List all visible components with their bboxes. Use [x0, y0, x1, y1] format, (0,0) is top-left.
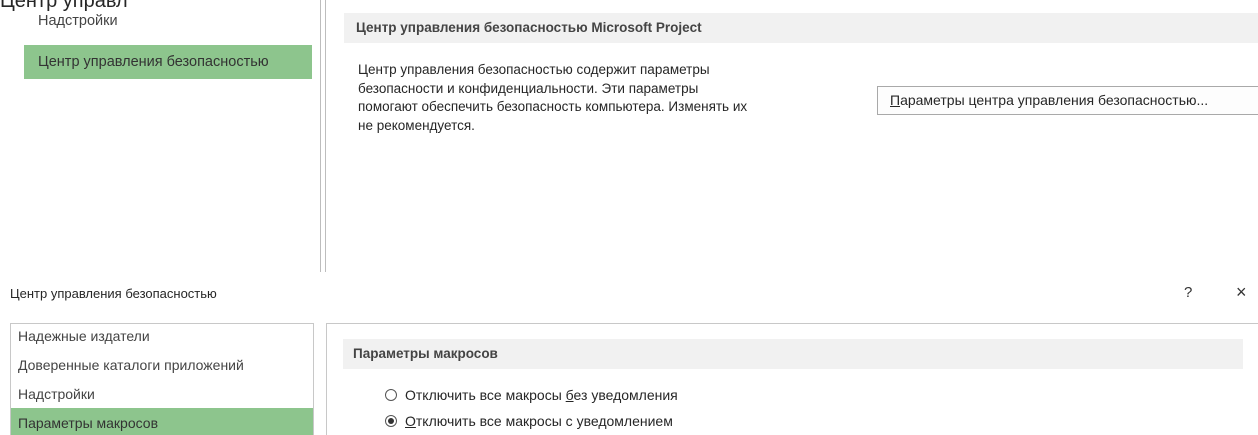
dialog-nav-item-addins[interactable]: Надстройки — [11, 379, 313, 409]
dialog-nav-item-trusted-publishers[interactable]: Надежные издатели — [11, 321, 313, 351]
option-label: Отключить все макросы с уведомлением — [405, 413, 673, 429]
trust-center-dialog: Надежные издатели Доверенные каталоги пр… — [0, 0, 1258, 435]
macro-option-disable-with-notify[interactable]: Отключить все макросы с уведомлением — [385, 411, 673, 431]
dialog-nav-item-macro-settings[interactable]: Параметры макросов — [11, 408, 313, 435]
radio-button[interactable] — [385, 389, 397, 401]
accelerator-key: О — [405, 413, 416, 429]
macro-settings-header: Параметры макросов — [343, 339, 1243, 369]
option-label: Отключить все макросы без уведомления — [405, 387, 678, 403]
label-part: тключить все макросы с уведомлением — [415, 413, 673, 429]
label-part: Отключить все макросы — [405, 387, 566, 403]
dialog-nav-item-trusted-app-catalogs[interactable]: Доверенные каталоги приложений — [11, 350, 313, 380]
radio-button-selected[interactable] — [385, 415, 397, 427]
label-part: ез уведомления — [573, 387, 678, 403]
macro-option-disable-no-notify[interactable]: Отключить все макросы без уведомления — [385, 385, 678, 405]
accelerator-key: б — [565, 387, 574, 403]
